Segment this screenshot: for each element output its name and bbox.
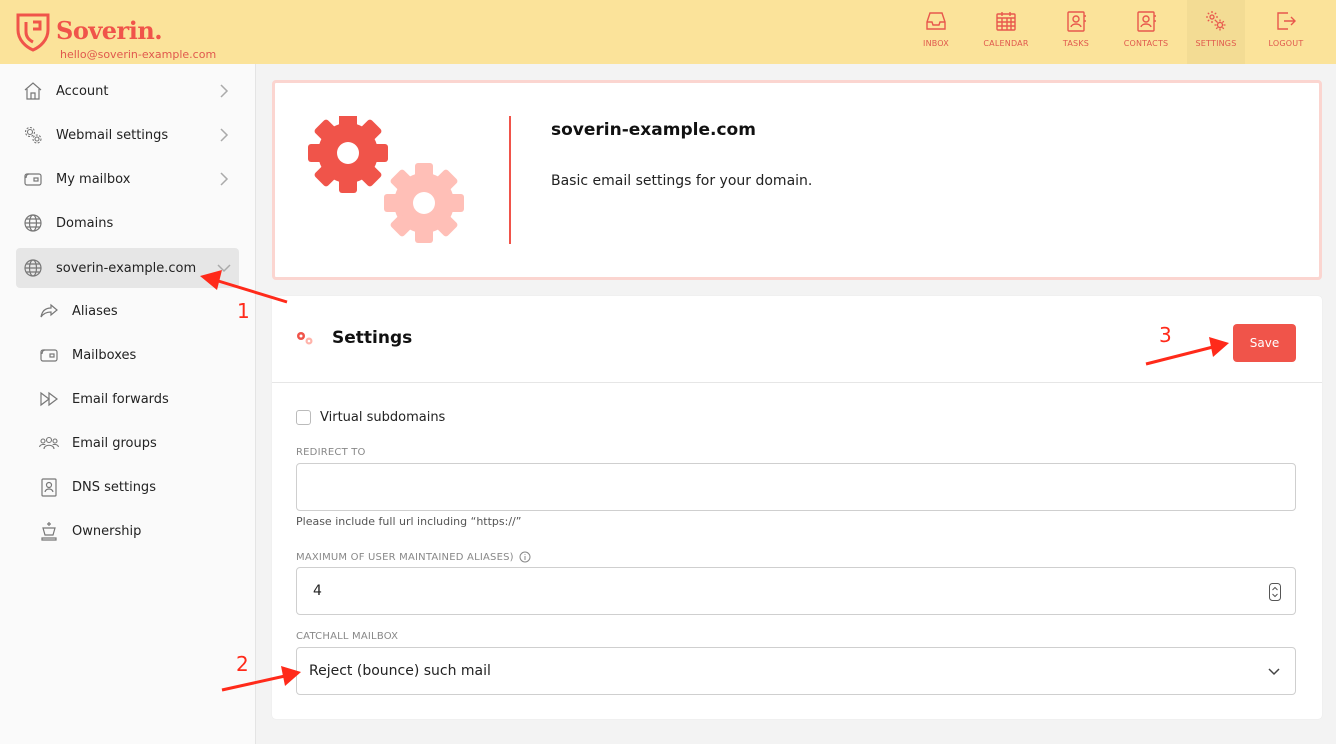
nav-settings[interactable]: SETTINGS [1187,0,1245,64]
sidebar-item-label: My mailbox [56,171,131,187]
fast-forward-icon [38,388,60,410]
nav-logout[interactable]: LOGOUT [1251,0,1321,64]
nav-contacts[interactable]: CONTACTS [1111,0,1181,64]
nav-inbox[interactable]: INBOX [901,0,971,64]
mailbox-icon [22,168,44,190]
max-aliases-label: MAXIMUM OF USER MAINTAINED ALIASES) [296,551,514,563]
header-divider [509,116,511,244]
annotation-number-3: 3 [1159,323,1172,347]
virtual-subdomains-checkbox[interactable] [296,410,311,425]
contacts-icon [1137,11,1156,32]
chevron-right-icon [220,128,229,142]
sidebar-item-my-mailbox[interactable]: My mailbox [16,159,239,199]
max-aliases-value: 4 [313,583,322,599]
settings-icon [1206,11,1226,31]
sidebar-item-domains[interactable]: Domains [16,203,239,243]
brand[interactable]: Soverin. hello@soverin-example.com [16,12,216,61]
sidebar-item-account[interactable]: Account [16,71,239,111]
chevron-down-icon [217,264,231,273]
redirect-to-label: REDIRECT TO [296,447,366,458]
sidebar-item-mailboxes[interactable]: Mailboxes [32,335,239,375]
sidebar-item-label: soverin-example.com [56,260,197,276]
contact-card-icon [38,476,60,498]
virtual-subdomains-label: Virtual subdomains [320,410,446,425]
gears-illustration-icon [308,116,464,243]
sidebar-item-webmail-settings[interactable]: Webmail settings [16,115,239,155]
group-icon [38,432,60,454]
nav-tasks[interactable]: TASKS [1041,0,1111,64]
tasks-icon [1067,11,1086,32]
sidebar-item-email-groups[interactable]: Email groups [32,423,239,463]
nav-calendar[interactable]: CALENDAR [971,0,1041,64]
nav-inbox-label: INBOX [923,39,949,48]
sidebar-item-label: Email groups [72,435,157,451]
share-arrow-icon [38,300,60,322]
sidebar-item-aliases[interactable]: Aliases [32,291,239,331]
redirect-help-text: Please include full url including “https… [296,515,522,528]
nav-contacts-label: CONTACTS [1123,39,1169,48]
mailbox-icon [38,344,60,366]
sidebar-item-label: Aliases [72,303,118,319]
nav-logout-label: LOGOUT [1268,39,1304,48]
chevron-right-icon [220,172,229,186]
calendar-icon [996,12,1016,31]
globe-icon [22,212,44,234]
annotation-number-1: 1 [237,299,250,323]
sidebar-item-label: Account [56,83,109,99]
settings-title: Settings [332,328,413,348]
domain-description: Basic email settings for your domain. [551,173,813,189]
virtual-subdomains-row[interactable]: Virtual subdomains [296,410,445,425]
sidebar-item-label: Mailboxes [72,347,137,363]
nav-calendar-label: CALENDAR [983,39,1029,48]
sidebar: Account Webmail settings My mailbox Doma… [0,64,256,744]
sidebar-item-label: Domains [56,215,114,231]
brand-name: Soverin. [56,16,163,45]
gears-icon [297,332,313,345]
shield-logo-icon [16,13,50,52]
home-icon [22,80,44,102]
gears-icon [22,124,44,146]
annotation-number-2: 2 [236,652,249,676]
max-aliases-label-row: MAXIMUM OF USER MAINTAINED ALIASES) [296,551,531,563]
sidebar-item-email-forwards[interactable]: Email forwards [32,379,239,419]
catchall-selected-value: Reject (bounce) such mail [309,663,491,679]
chevron-right-icon [220,84,229,98]
number-stepper-icon[interactable] [1269,583,1281,601]
nav-settings-label: SETTINGS [1195,39,1237,48]
sidebar-item-label: DNS settings [72,479,156,495]
chess-king-icon [38,520,60,542]
sidebar-item-ownership[interactable]: Ownership [32,511,239,551]
save-button[interactable]: Save [1233,324,1296,362]
domain-title: soverin-example.com [551,120,756,140]
main-nav: INBOX CALENDAR TASKS CONTACTS SETTINGS L… [901,0,1321,64]
chevron-down-icon [1268,668,1280,676]
account-email: hello@soverin-example.com [60,48,217,61]
sidebar-item-label: Webmail settings [56,127,169,143]
globe-icon [22,257,44,279]
settings-card: Settings Save Virtual subdomains REDIREC… [272,296,1322,719]
sidebar-item-soverin-example[interactable]: soverin-example.com [16,248,239,288]
domain-header-card: soverin-example.com Basic email settings… [272,80,1322,280]
inbox-icon [926,12,946,30]
redirect-to-input[interactable] [296,463,1296,511]
info-icon[interactable] [519,551,531,563]
logout-icon [1277,12,1296,30]
sidebar-item-label: Email forwards [72,391,169,407]
catchall-select[interactable]: Reject (bounce) such mail [296,647,1296,695]
nav-tasks-label: TASKS [1062,39,1090,48]
top-bar: Soverin. hello@soverin-example.com INBOX… [0,0,1336,64]
sidebar-item-label: Ownership [72,523,142,539]
sidebar-item-dns-settings[interactable]: DNS settings [32,467,239,507]
max-aliases-input[interactable]: 4 [296,567,1296,615]
catchall-label: CATCHALL MAILBOX [296,631,399,642]
